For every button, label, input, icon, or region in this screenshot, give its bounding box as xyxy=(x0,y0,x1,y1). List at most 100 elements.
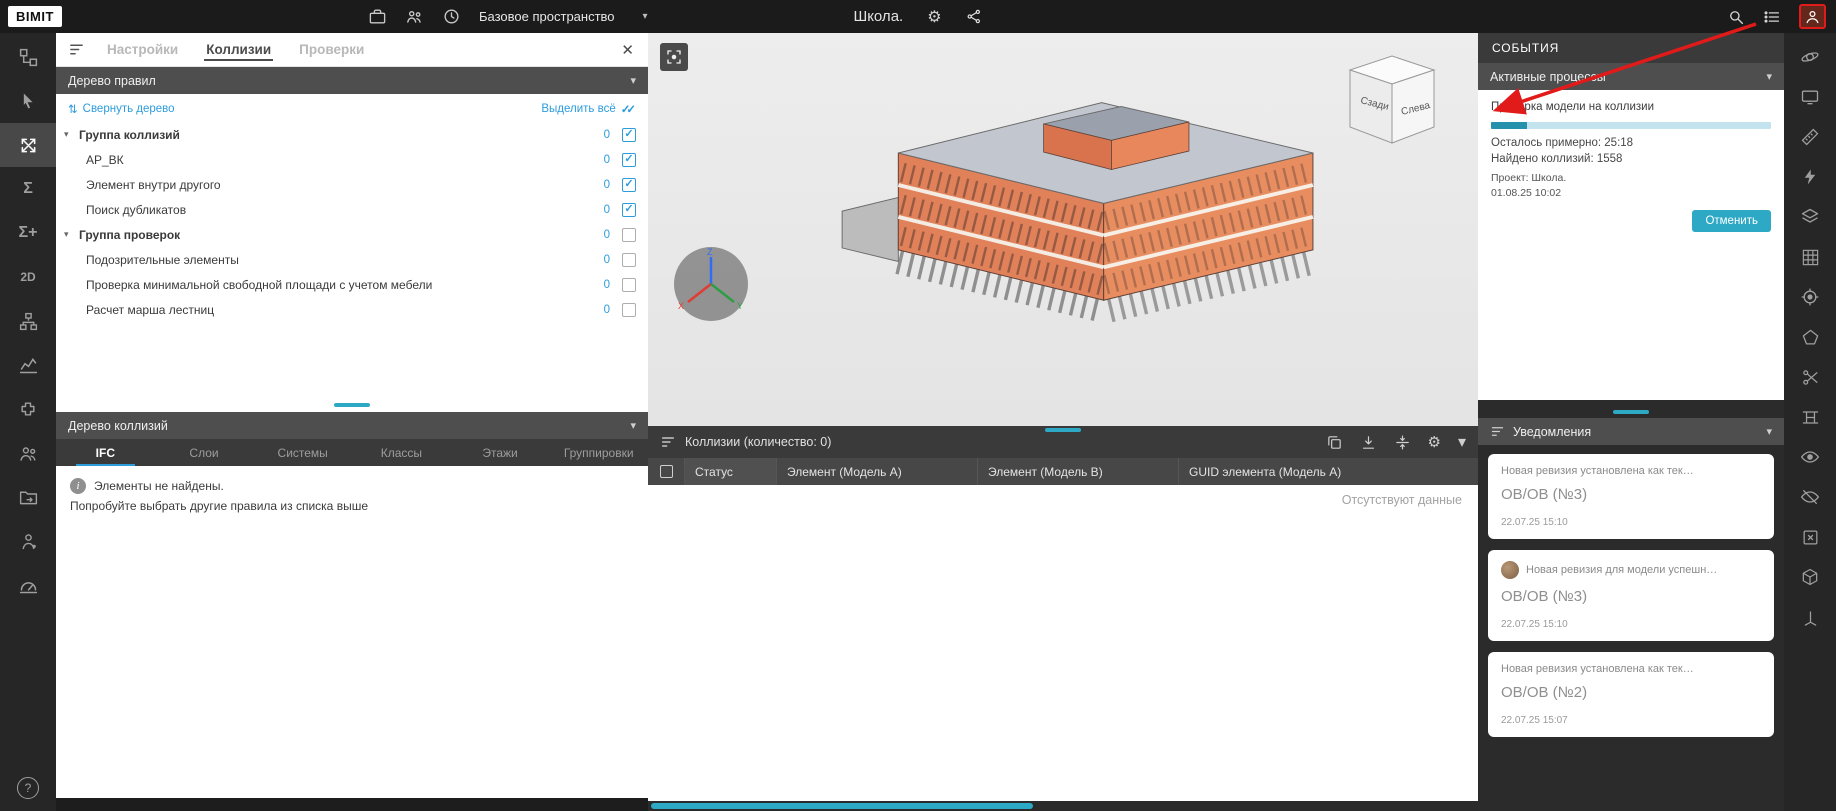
screen-capture-icon[interactable] xyxy=(1784,77,1836,117)
select-cursor-icon[interactable] xyxy=(0,79,56,123)
tab-groupings[interactable]: Группировки xyxy=(549,439,648,466)
history-icon[interactable] xyxy=(442,7,461,26)
column-status[interactable]: Статус xyxy=(684,458,776,485)
area-polygon-icon[interactable] xyxy=(1784,317,1836,357)
orbit-icon[interactable] xyxy=(1784,37,1836,77)
rules-tree-header[interactable]: Дерево правил ▾ xyxy=(56,67,648,94)
table-settings-gear-icon[interactable]: ⚙ xyxy=(1428,433,1441,451)
rule-checkbox[interactable]: ✓ xyxy=(622,128,636,142)
hide-box-icon[interactable] xyxy=(1784,517,1836,557)
dimension-icon[interactable] xyxy=(1784,397,1836,437)
user-location-icon[interactable] xyxy=(0,519,56,563)
rule-tree-item[interactable]: Расчет марша лестниц 0 xyxy=(56,297,648,322)
tab-checks[interactable]: Проверки xyxy=(285,33,378,66)
chevron-down-icon[interactable]: ▾ xyxy=(64,129,79,140)
model-structure-icon[interactable] xyxy=(0,35,56,79)
filter-icon[interactable] xyxy=(660,434,676,450)
workspace-selector[interactable]: Базовое пространство ▾ xyxy=(479,9,648,24)
horizontal-scrollbar[interactable] xyxy=(648,801,1478,811)
filter-icon[interactable] xyxy=(1490,424,1505,439)
ruler-icon[interactable] xyxy=(1784,117,1836,157)
close-icon[interactable]: ✕ xyxy=(621,41,634,59)
rule-checkbox[interactable]: ✓ xyxy=(622,178,636,192)
rule-tree-item[interactable]: Поиск дубликатов 0 ✓ xyxy=(56,197,648,222)
cancel-button[interactable]: Отменить xyxy=(1692,210,1771,232)
column-element-a[interactable]: Элемент (Модель A) xyxy=(776,458,977,485)
viewport-3d[interactable]: Сзади Слева Z X Y xyxy=(648,33,1478,426)
coordinate-axes-icon[interactable] xyxy=(1784,597,1836,637)
focus-model-icon[interactable] xyxy=(660,43,688,71)
notification-text: Новая ревизия установлена как тек… xyxy=(1501,465,1694,477)
collision-check-icon[interactable] xyxy=(0,123,56,167)
import-to-line-icon[interactable] xyxy=(1360,434,1377,451)
sitemap-icon[interactable] xyxy=(0,299,56,343)
tab-systems[interactable]: Системы xyxy=(253,439,352,466)
share-icon[interactable] xyxy=(966,8,983,25)
chevron-down-icon[interactable]: ▾ xyxy=(64,229,79,240)
notification-card[interactable]: Новая ревизия установлена как тек… ОВ/ОВ… xyxy=(1488,454,1774,539)
team-icon[interactable] xyxy=(405,7,424,26)
rule-checkbox[interactable]: ✓ xyxy=(622,203,636,217)
building-model[interactable] xyxy=(753,55,1373,390)
axis-gizmo[interactable]: Z X Y xyxy=(672,245,750,328)
rule-tree-item[interactable]: АР_ВК 0 ✓ xyxy=(56,147,648,172)
tab-layers[interactable]: Слои xyxy=(155,439,254,466)
section-cut-icon[interactable] xyxy=(1784,357,1836,397)
sum-icon[interactable]: Σ xyxy=(0,167,56,211)
rule-tree-item[interactable]: Подозрительные элементы 0 xyxy=(56,247,648,272)
grid-table-icon[interactable] xyxy=(1784,237,1836,277)
rule-tree-group[interactable]: ▾ Группа проверок 0 xyxy=(56,222,648,247)
eye-icon[interactable] xyxy=(1784,437,1836,477)
navigation-cube[interactable]: Сзади Слева xyxy=(1346,53,1438,154)
rule-checkbox[interactable]: ✓ xyxy=(622,153,636,167)
chevron-down-icon[interactable]: ▾ xyxy=(1458,432,1466,452)
rule-tree-item[interactable]: Проверка минимальной свободной площади с… xyxy=(56,272,648,297)
notifications-header[interactable]: Уведомления ▾ xyxy=(1478,418,1784,445)
2d-view-icon[interactable]: 2D xyxy=(0,255,56,299)
notification-card[interactable]: Новая ревизия для модели успешн… ОВ/ОВ (… xyxy=(1488,550,1774,641)
workspace-icon[interactable] xyxy=(368,7,387,26)
shared-folder-icon[interactable] xyxy=(0,475,56,519)
plugins-icon[interactable] xyxy=(0,387,56,431)
dashboard-gauge-icon[interactable] xyxy=(0,563,56,607)
select-all-link[interactable]: Выделить всё ✓✓ xyxy=(541,102,636,116)
panel-resize-handle[interactable] xyxy=(1045,428,1081,432)
search-icon[interactable] xyxy=(1727,8,1745,26)
notification-card[interactable]: Новая ревизия установлена как тек… ОВ/ОВ… xyxy=(1488,652,1774,737)
rule-tree-group[interactable]: ▾ Группа коллизий 0 ✓ xyxy=(56,122,648,147)
tab-ifc[interactable]: IFC xyxy=(56,439,155,466)
panel-resize-handle[interactable] xyxy=(1613,410,1649,414)
focus-target-icon[interactable] xyxy=(1784,277,1836,317)
align-center-icon[interactable] xyxy=(1394,434,1411,451)
sum-add-icon[interactable]: Σ+ xyxy=(0,211,56,255)
filter-icon[interactable] xyxy=(68,41,85,58)
collapse-tree-link[interactable]: ⇅ Свернуть дерево xyxy=(68,102,175,116)
settings-gear-icon[interactable]: ⚙ xyxy=(927,7,941,27)
rule-checkbox[interactable] xyxy=(622,253,636,267)
tab-classes[interactable]: Классы xyxy=(352,439,451,466)
rule-tree-item[interactable]: Элемент внутри другого 0 ✓ xyxy=(56,172,648,197)
active-processes-header[interactable]: Активные процессы ▾ xyxy=(1478,63,1784,90)
users-icon[interactable] xyxy=(0,431,56,475)
column-guid-a[interactable]: GUID элемента (Модель A) xyxy=(1178,458,1478,485)
tab-floors[interactable]: Этажи xyxy=(451,439,550,466)
scrollbar-thumb[interactable] xyxy=(651,803,1033,809)
help-icon[interactable]: ? xyxy=(17,777,39,799)
tab-settings[interactable]: Настройки xyxy=(93,33,192,66)
eye-off-icon[interactable] xyxy=(1784,477,1836,517)
task-list-icon[interactable] xyxy=(1763,8,1781,26)
chart-icon[interactable] xyxy=(0,343,56,387)
collision-tree-header[interactable]: Дерево коллизий ▾ xyxy=(56,412,648,439)
column-element-b[interactable]: Элемент (Модель B) xyxy=(977,458,1178,485)
user-account-icon[interactable] xyxy=(1799,4,1826,29)
panel-resize-handle[interactable] xyxy=(334,403,370,407)
cube-view-icon[interactable] xyxy=(1784,557,1836,597)
tab-collisions[interactable]: Коллизии xyxy=(192,33,285,66)
rule-checkbox[interactable] xyxy=(622,303,636,317)
rule-checkbox[interactable] xyxy=(622,228,636,242)
copy-overlay-icon[interactable] xyxy=(1326,434,1343,451)
flash-icon[interactable] xyxy=(1784,157,1836,197)
rule-checkbox[interactable] xyxy=(622,278,636,292)
layers-icon[interactable] xyxy=(1784,197,1836,237)
select-all-checkbox[interactable] xyxy=(648,458,684,485)
